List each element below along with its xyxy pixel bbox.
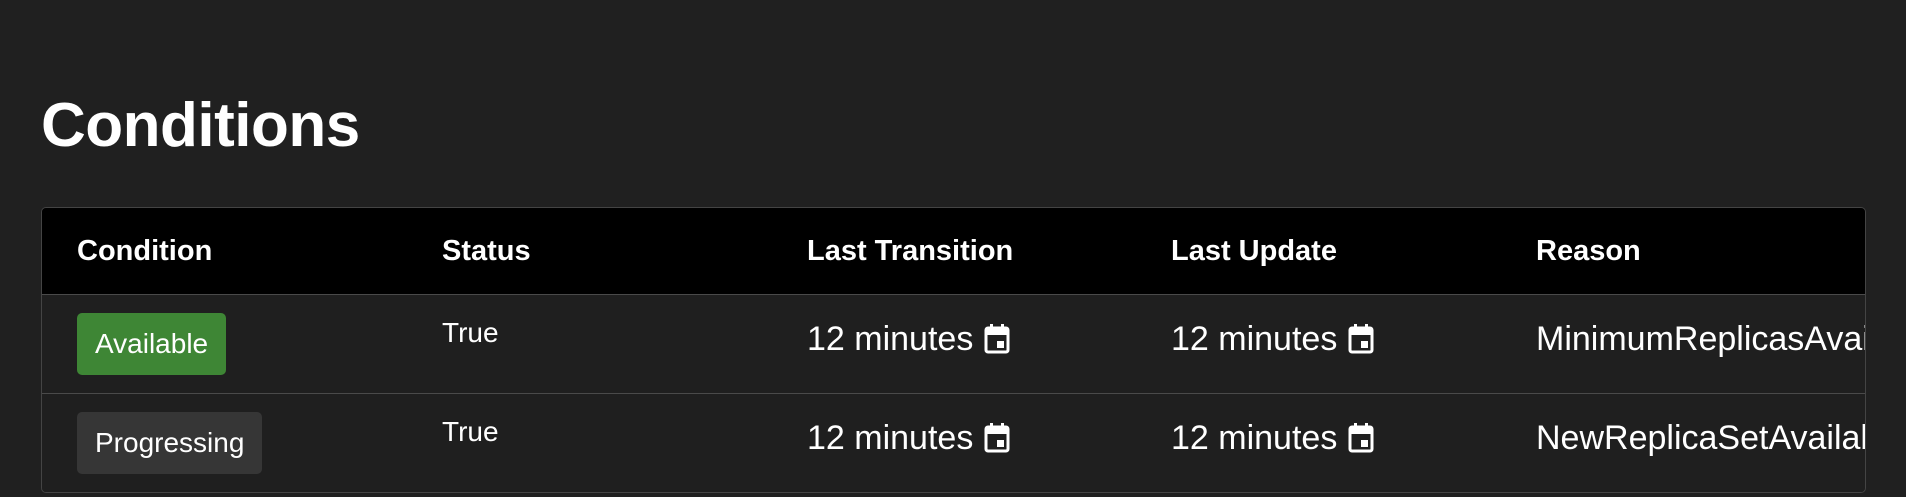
condition-badge-available: Available xyxy=(77,313,227,375)
last-update-text: 12 minutes xyxy=(1171,419,1338,457)
last-transition-text: 12 minutes xyxy=(807,320,974,358)
table-header: Condition Status Last Transition Last Up… xyxy=(42,208,1865,295)
table-row: Progressing True 12 minutes 12 minutes N… xyxy=(42,394,1865,492)
last-update-text: 12 minutes xyxy=(1171,320,1338,358)
reason-cell: NewReplicaSetAvailable xyxy=(1536,419,1865,457)
last-update-cell[interactable]: 12 minutes xyxy=(1171,416,1375,460)
page-title: Conditions xyxy=(41,91,360,160)
calendar-icon xyxy=(984,324,1010,354)
status-cell: True xyxy=(442,416,499,447)
table-row: Available True 12 minutes 12 minutes Min… xyxy=(42,295,1865,394)
column-header-status: Status xyxy=(442,235,531,267)
condition-badge-progressing: Progressing xyxy=(77,412,263,474)
conditions-page: Conditions Condition Status Last Transit… xyxy=(0,0,1906,497)
calendar-icon xyxy=(984,423,1010,453)
reason-cell: MinimumReplicasAvailable xyxy=(1536,320,1865,358)
column-header-condition: Condition xyxy=(77,235,213,267)
conditions-table: Condition Status Last Transition Last Up… xyxy=(41,207,1866,493)
calendar-icon xyxy=(1348,324,1374,354)
calendar-icon xyxy=(1348,423,1374,453)
last-transition-cell[interactable]: 12 minutes xyxy=(807,416,1011,460)
last-transition-cell[interactable]: 12 minutes xyxy=(807,317,1011,361)
status-cell: True xyxy=(442,317,499,348)
column-header-last-update: Last Update xyxy=(1171,235,1337,267)
column-header-last-transition: Last Transition xyxy=(807,235,1014,267)
column-header-reason: Reason xyxy=(1536,235,1641,267)
last-transition-text: 12 minutes xyxy=(807,419,974,457)
last-update-cell[interactable]: 12 minutes xyxy=(1171,317,1375,361)
